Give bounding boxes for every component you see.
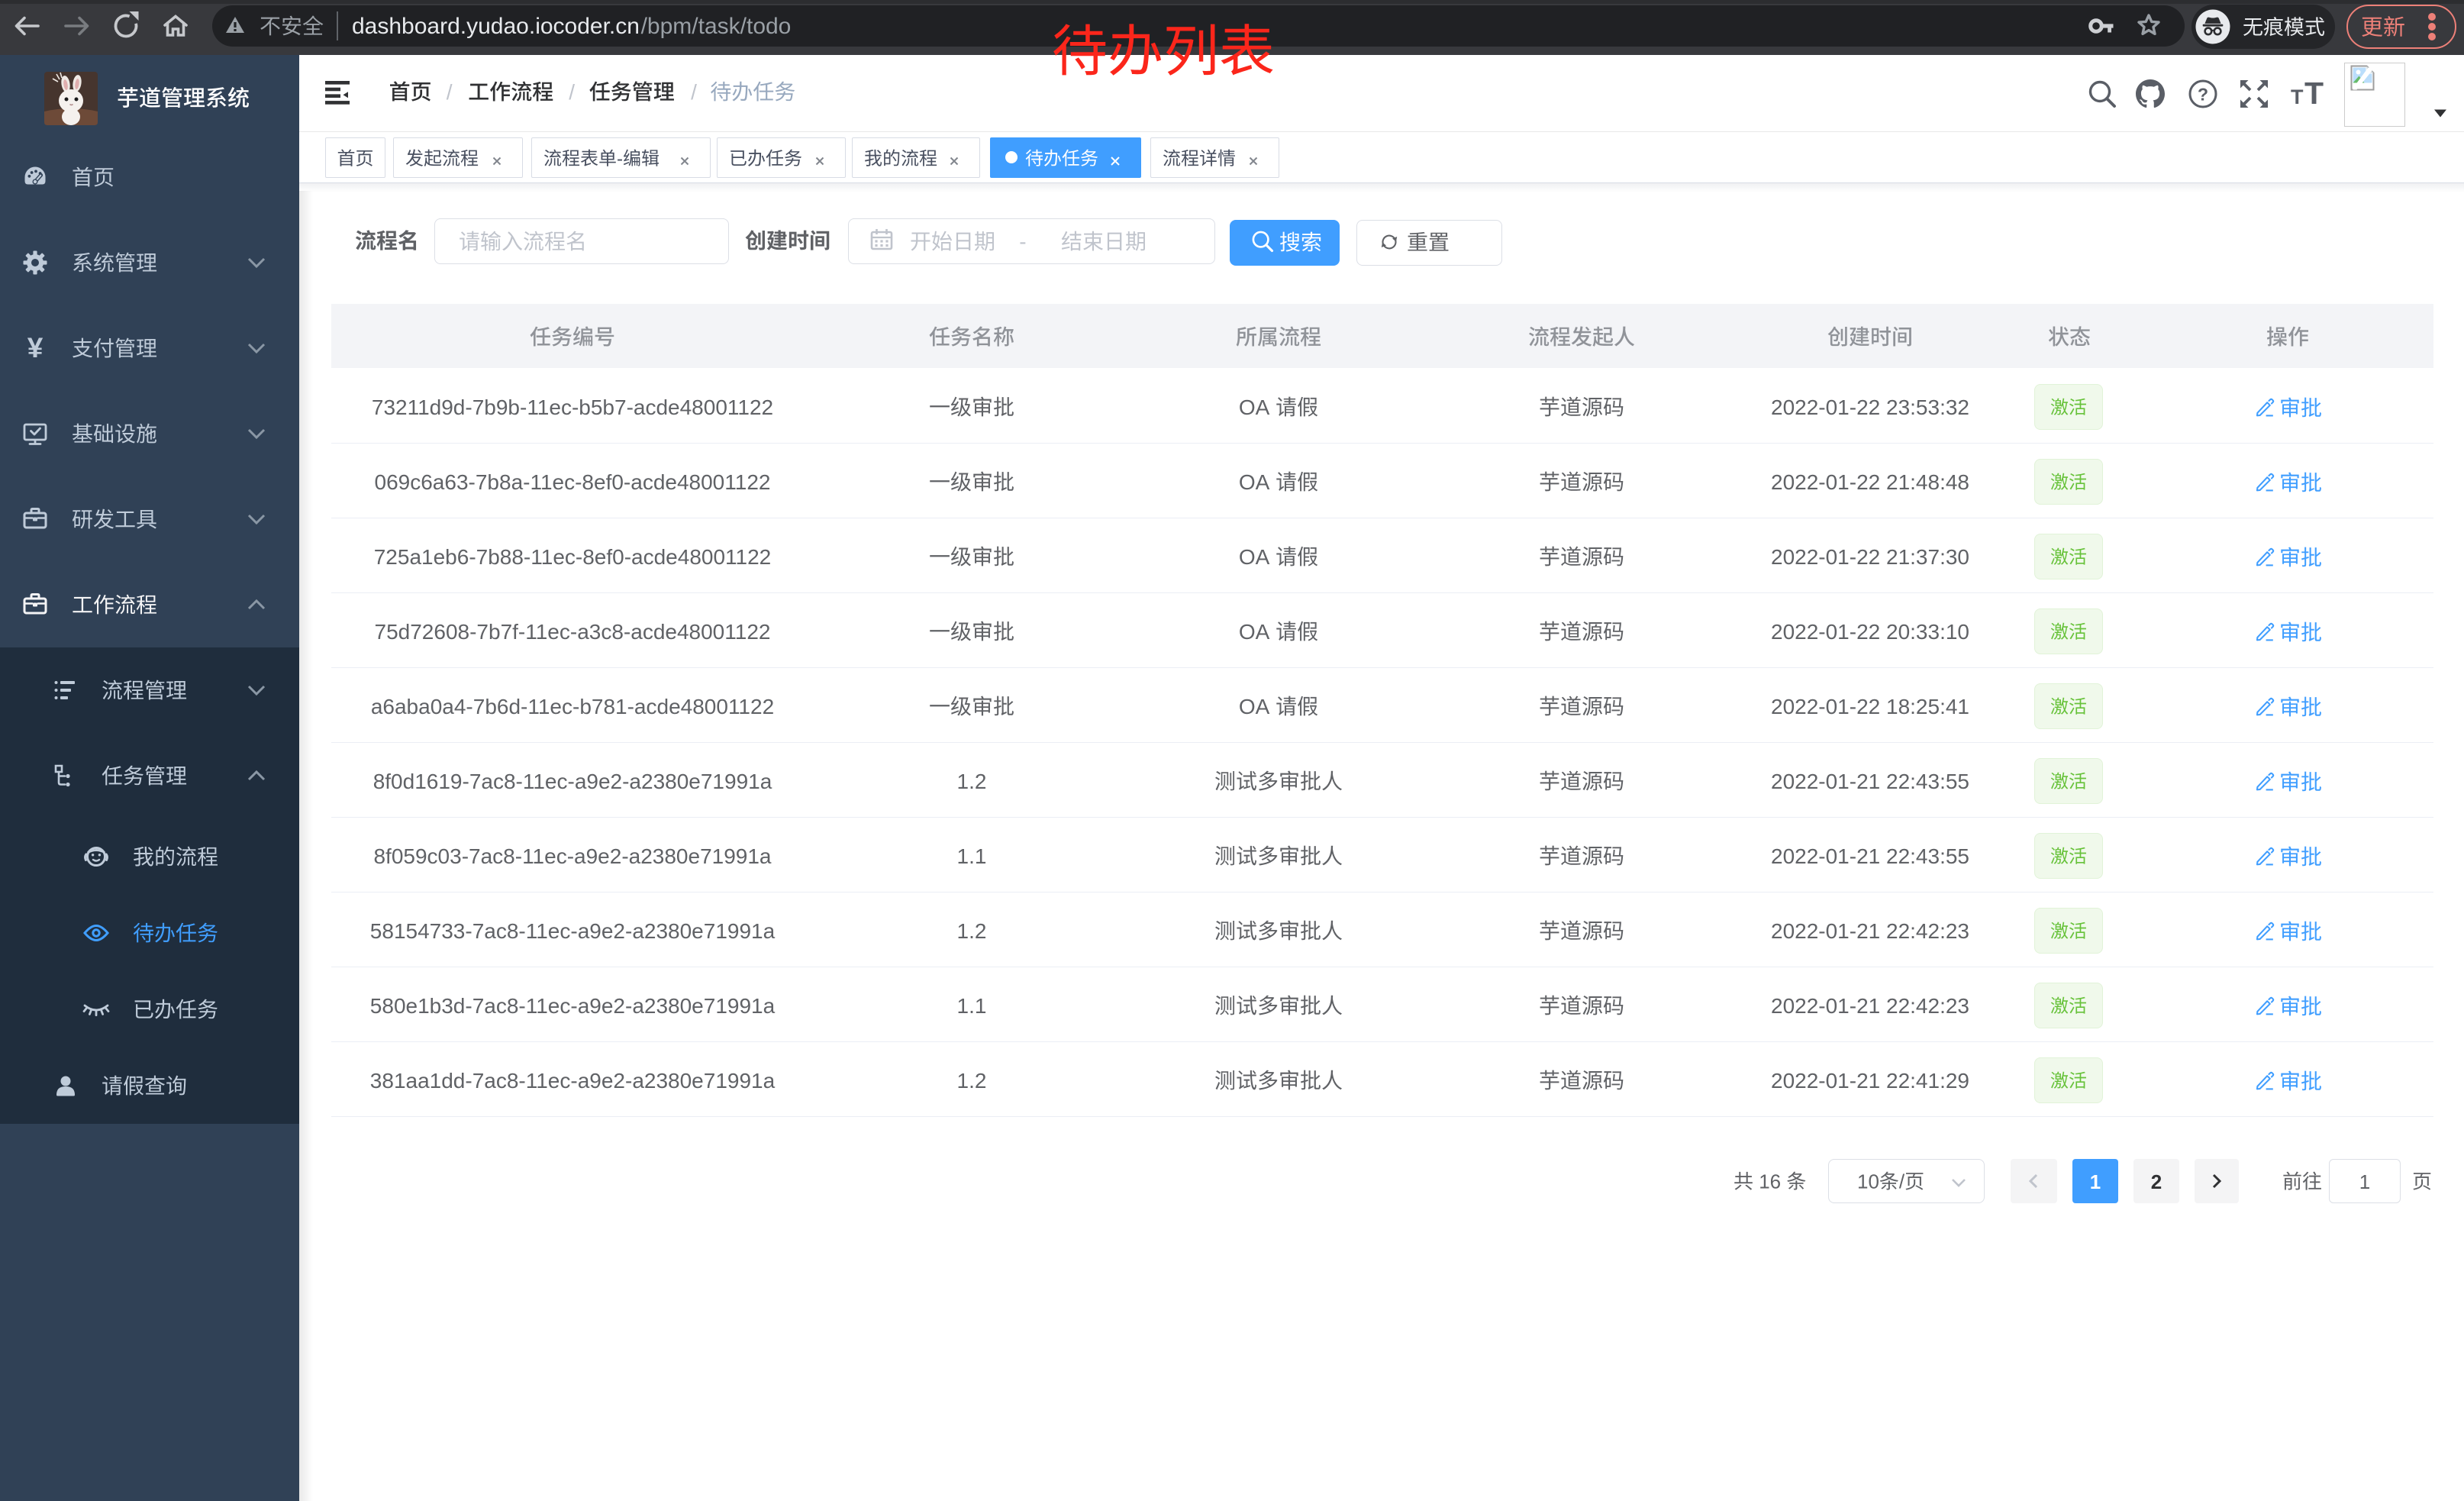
svg-text:-: - [617,149,623,169]
svg-text:1.2: 1.2 [957,1069,987,1093]
svg-text:a6aba0a4-7b6d-11ec-b781-acde48: a6aba0a4-7b6d-11ec-b781-acde48001122 [371,695,774,718]
svg-text:2022-01-21 22:41:29: 2022-01-21 22:41:29 [1771,1069,1969,1093]
svg-text:2022-01-21 22:43:55: 2022-01-21 22:43:55 [1771,770,1969,793]
svg-text:-: - [1019,230,1026,253]
svg-text:/bpm/task/todo: /bpm/task/todo [641,14,792,39]
svg-text:/: / [691,80,697,104]
svg-text:1.1: 1.1 [957,994,987,1018]
svg-text:2: 2 [2151,1170,2162,1193]
svg-text:58154733-7ac8-11ec-a9e2-a2380e: 58154733-7ac8-11ec-a9e2-a2380e71991a [370,919,776,943]
svg-text:2022-01-22 23:53:32: 2022-01-22 23:53:32 [1771,395,1969,419]
svg-text:?: ? [2198,85,2208,105]
svg-text:¥: ¥ [27,332,44,363]
svg-text:/: / [569,80,575,104]
svg-text:725a1eb6-7b88-11ec-8ef0-acde48: 725a1eb6-7b88-11ec-8ef0-acde48001122 [374,545,772,569]
svg-text:2022-01-21 22:42:23: 2022-01-21 22:42:23 [1771,919,1969,943]
svg-text:069c6a63-7b8a-11ec-8ef0-acde48: 069c6a63-7b8a-11ec-8ef0-acde48001122 [375,470,771,494]
svg-text:OA: OA [1239,695,1275,718]
svg-text:1.1: 1.1 [957,844,987,868]
svg-text:OA: OA [1239,620,1275,644]
svg-text:OA: OA [1239,545,1275,569]
svg-text:75d72608-7b7f-11ec-a3c8-acde48: 75d72608-7b7f-11ec-a3c8-acde48001122 [375,620,771,644]
svg-text:1: 1 [2090,1170,2101,1193]
svg-text:2022-01-21 22:43:55: 2022-01-21 22:43:55 [1771,844,1969,868]
svg-text:2022-01-22 20:33:10: 2022-01-22 20:33:10 [1771,620,1969,644]
svg-text:OA: OA [1239,395,1275,419]
svg-text:580e1b3d-7ac8-11ec-a9e2-a2380e: 580e1b3d-7ac8-11ec-a9e2-a2380e71991a [370,994,776,1018]
svg-text:OA: OA [1239,470,1275,494]
svg-text:T: T [2291,86,2304,108]
svg-text:T: T [2304,76,2324,111]
svg-text:2022-01-22 18:25:41: 2022-01-22 18:25:41 [1771,695,1969,718]
svg-text:2022-01-22 21:48:48: 2022-01-22 21:48:48 [1771,470,1969,494]
svg-text:2022-01-21 22:42:23: 2022-01-21 22:42:23 [1771,994,1969,1018]
svg-text:/: / [1899,1170,1905,1193]
svg-text:16: 16 [1753,1170,1786,1193]
svg-text:dashboard.yudao.iocoder.cn: dashboard.yudao.iocoder.cn [352,14,640,39]
svg-text:1: 1 [2359,1170,2370,1193]
svg-text:8f059c03-7ac8-11ec-a9e2-a2380e: 8f059c03-7ac8-11ec-a9e2-a2380e71991a [373,844,771,868]
svg-text:2022-01-22 21:37:30: 2022-01-22 21:37:30 [1771,545,1969,569]
svg-text:8f0d1619-7ac8-11ec-a9e2-a2380e: 8f0d1619-7ac8-11ec-a9e2-a2380e71991a [373,770,772,793]
svg-text:10: 10 [1857,1170,1879,1193]
svg-text:/: / [447,80,453,104]
svg-text:381aa1dd-7ac8-11ec-a9e2-a2380e: 381aa1dd-7ac8-11ec-a9e2-a2380e71991a [370,1069,776,1093]
svg-text:73211d9d-7b9b-11ec-b5b7-acde48: 73211d9d-7b9b-11ec-b5b7-acde48001122 [372,395,773,419]
svg-text:1.2: 1.2 [957,770,987,793]
svg-text:1.2: 1.2 [957,919,987,943]
